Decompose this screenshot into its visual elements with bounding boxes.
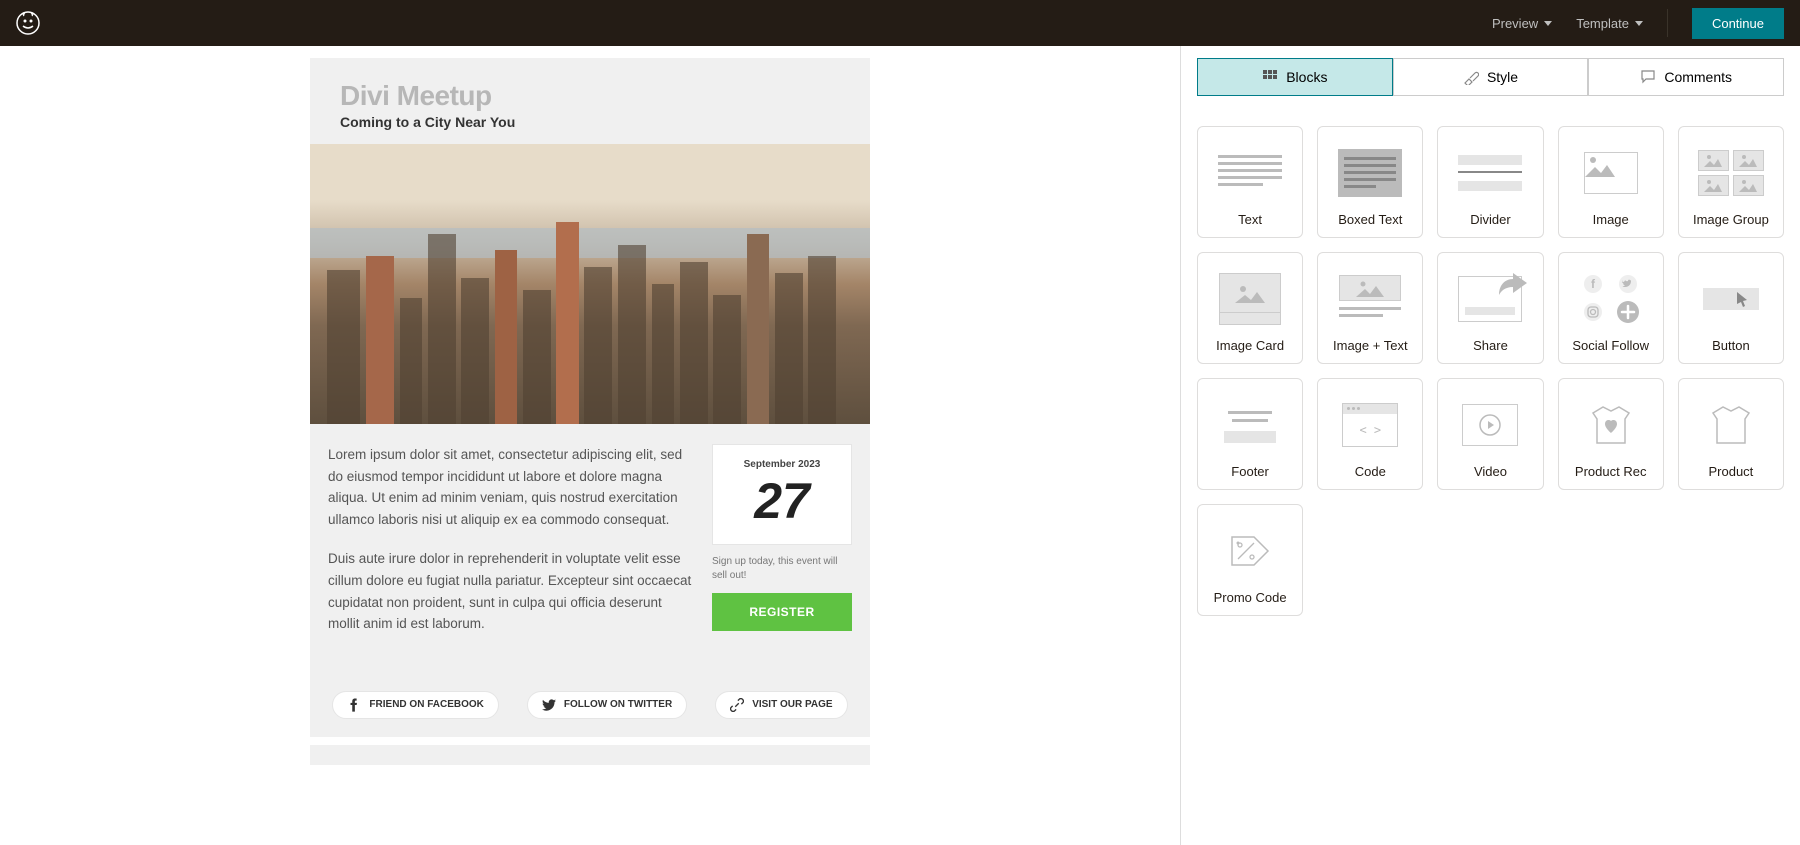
facebook-button[interactable]: FRIEND ON FACEBOOK	[332, 691, 498, 719]
register-button[interactable]: REGISTER	[712, 593, 852, 631]
editor-sidebar: Blocks Style Comments Text Boxed Text	[1180, 46, 1800, 845]
block-image[interactable]: Image	[1558, 126, 1664, 238]
visit-page-button[interactable]: VISIT OUR PAGE	[715, 691, 847, 719]
block-share-label: Share	[1473, 338, 1508, 353]
block-button-label: Button	[1712, 338, 1750, 353]
twitter-label: FOLLOW ON TWITTER	[564, 699, 672, 710]
block-code-label: Code	[1355, 464, 1386, 479]
tab-blocks-label: Blocks	[1286, 69, 1327, 85]
body-text[interactable]: Lorem ipsum dolor sit amet, consectetur …	[328, 444, 692, 653]
block-boxed-text-label: Boxed Text	[1338, 212, 1402, 227]
block-image-card[interactable]: Image Card	[1197, 252, 1303, 364]
email-preview[interactable]: Divi Meetup Coming to a City Near You	[310, 58, 870, 737]
paragraph-2: Duis aute irure dolor in reprehenderit i…	[328, 548, 692, 634]
hero-image[interactable]	[310, 144, 870, 424]
block-video[interactable]: Video	[1437, 378, 1543, 490]
block-image-label: Image	[1593, 212, 1629, 227]
chevron-down-icon	[1635, 21, 1643, 26]
block-product-label: Product	[1708, 464, 1753, 479]
block-social-follow-label: Social Follow	[1572, 338, 1649, 353]
tab-style[interactable]: Style	[1393, 58, 1589, 96]
block-image-card-label: Image Card	[1216, 338, 1284, 353]
style-icon	[1463, 69, 1479, 85]
block-image-group-label: Image Group	[1693, 212, 1769, 227]
block-text-label: Text	[1238, 212, 1262, 227]
block-product[interactable]: Product	[1678, 378, 1784, 490]
comments-icon	[1640, 69, 1656, 85]
twitter-icon	[542, 698, 556, 712]
block-promo-code-label: Promo Code	[1214, 590, 1287, 605]
template-dropdown[interactable]: Template	[1576, 16, 1643, 31]
email-canvas[interactable]: Divi Meetup Coming to a City Near You	[0, 46, 1180, 845]
block-footer[interactable]: Footer	[1197, 378, 1303, 490]
block-divider-label: Divider	[1470, 212, 1510, 227]
divider	[1667, 9, 1668, 37]
sidebar-tabs: Blocks Style Comments	[1181, 46, 1800, 96]
block-button[interactable]: Button	[1678, 252, 1784, 364]
visit-page-label: VISIT OUR PAGE	[752, 699, 832, 710]
block-product-rec-label: Product Rec	[1575, 464, 1647, 479]
block-boxed-text[interactable]: Boxed Text	[1317, 126, 1423, 238]
blocks-icon	[1262, 69, 1278, 85]
email-subtitle: Coming to a City Near You	[340, 114, 840, 130]
block-product-rec[interactable]: Product Rec	[1558, 378, 1664, 490]
block-footer-label: Footer	[1231, 464, 1269, 479]
top-bar: Preview Template Continue	[0, 0, 1800, 46]
mailchimp-logo-icon	[16, 11, 40, 35]
tab-style-label: Style	[1487, 69, 1518, 85]
twitter-button[interactable]: FOLLOW ON TWITTER	[527, 691, 687, 719]
block-social-follow[interactable]: f Social Follow	[1558, 252, 1664, 364]
date-month: September 2023	[719, 459, 845, 470]
paragraph-1: Lorem ipsum dolor sit amet, consectetur …	[328, 444, 692, 530]
signup-text: Sign up today, this event will sell out!	[712, 555, 852, 583]
tab-comments-label: Comments	[1664, 69, 1732, 85]
chevron-down-icon	[1544, 21, 1552, 26]
block-code[interactable]: < > Code	[1317, 378, 1423, 490]
link-icon	[730, 698, 744, 712]
blocks-grid: Text Boxed Text Divider Image Image Grou…	[1181, 96, 1800, 646]
block-image-text[interactable]: Image + Text	[1317, 252, 1423, 364]
block-image-text-label: Image + Text	[1333, 338, 1408, 353]
preview-dropdown[interactable]: Preview	[1492, 16, 1552, 31]
facebook-label: FRIEND ON FACEBOOK	[369, 699, 483, 710]
tab-blocks[interactable]: Blocks	[1197, 58, 1393, 96]
tab-comments[interactable]: Comments	[1588, 58, 1784, 96]
email-title: Divi Meetup	[340, 80, 840, 112]
facebook-icon	[347, 698, 361, 712]
block-image-group[interactable]: Image Group	[1678, 126, 1784, 238]
date-box[interactable]: September 2023 27	[712, 444, 852, 545]
block-text[interactable]: Text	[1197, 126, 1303, 238]
preview-label: Preview	[1492, 16, 1538, 31]
template-label: Template	[1576, 16, 1629, 31]
block-promo-code[interactable]: Promo Code	[1197, 504, 1303, 616]
block-share[interactable]: Share	[1437, 252, 1543, 364]
social-row: FRIEND ON FACEBOOK FOLLOW ON TWITTER VIS…	[310, 673, 870, 737]
continue-button[interactable]: Continue	[1692, 8, 1784, 39]
date-day: 27	[719, 476, 845, 526]
block-video-label: Video	[1474, 464, 1507, 479]
block-divider[interactable]: Divider	[1437, 126, 1543, 238]
